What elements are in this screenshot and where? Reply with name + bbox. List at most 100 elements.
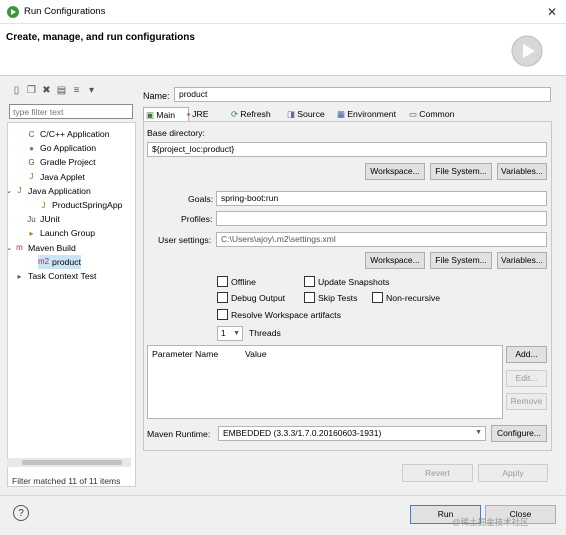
configuration-list-panel: ▯ ❐ ✖ ▤ ≡ ▾ C C/C++ Application ● Go Applic… (4, 80, 136, 492)
new-config-icon[interactable]: ▯ (10, 84, 23, 97)
threads-select[interactable]: 1 ▼ (217, 326, 243, 341)
tree-item-label: JUnit (40, 214, 60, 225)
refresh-tab-icon: ⟳ (231, 108, 239, 119)
tree-item[interactable]: G Gradle Project (26, 155, 95, 169)
scrollbar-thumb[interactable] (22, 460, 122, 465)
user-settings-field[interactable]: C:\Users\ajoy\.m2\settings.xml (216, 232, 547, 247)
goals-label: Goals: (188, 194, 214, 204)
tree-item[interactable]: ▸ Launch Group (26, 226, 95, 240)
name-label: Name: (143, 91, 170, 101)
tree-item[interactable]: ▸ Task Context Test (14, 269, 96, 283)
config-type-icon: Ju (27, 214, 36, 224)
checkbox-box[interactable] (304, 292, 315, 303)
config-type-icon: m2 (38, 257, 50, 267)
profiles-field[interactable] (216, 211, 547, 226)
goals-field[interactable]: spring-boot:run (216, 191, 547, 206)
chevron-down-icon[interactable]: ⌄ (8, 184, 14, 198)
tree-item-label: product (52, 256, 81, 267)
config-type-icon: J (29, 172, 34, 182)
skip-tests-checkbox[interactable]: Skip Tests (304, 292, 357, 303)
tree-item[interactable]: J Java Applet (26, 170, 85, 184)
tree-item[interactable]: J ProductSpringApp (38, 198, 123, 212)
tree-item[interactable]: ⌄m Maven Build (8, 241, 76, 255)
filter-input[interactable] (9, 104, 133, 119)
tree-item[interactable]: Ju JUnit (26, 212, 60, 226)
tree-item-label: Go Application (40, 143, 97, 154)
tree-item-label: C/C++ Application (40, 129, 110, 139)
tab-environment[interactable]: ▦ Environment (335, 107, 409, 121)
config-type-icon: J (41, 200, 46, 210)
tree-item-label: Maven Build (28, 242, 76, 253)
tab-jre[interactable]: ▪ JRE (185, 107, 231, 121)
config-tabs: ▣ Main ▪ JRE ⟳ Refresh ◨ Source ▦ Environment… (143, 107, 551, 122)
duplicate-icon[interactable]: ❐ (25, 84, 38, 97)
name-field[interactable]: product (174, 87, 551, 102)
run-configurations-icon (7, 6, 19, 18)
apply-button[interactable]: Apply (478, 464, 548, 482)
threads-label: Threads (249, 328, 281, 338)
tree-item-label: Task Context Test (28, 271, 97, 281)
dialog-header: Create, manage, and run configurations (0, 24, 566, 76)
non-recursive-checkbox[interactable]: Non-recursive (372, 292, 440, 303)
tree-item[interactable]: C C/C++ Application (26, 127, 110, 141)
main-tab-icon: ▣ (146, 109, 155, 120)
tab-common[interactable]: ▭ Common (407, 107, 471, 121)
maven-runtime-label: Maven Runtime: (147, 429, 211, 439)
debug-output-checkbox[interactable]: Debug Output (217, 292, 285, 303)
chevron-down-icon[interactable]: ▾ (85, 84, 98, 97)
tree-item[interactable]: ● Go Application (26, 141, 96, 155)
offline-checkbox[interactable]: Offline (217, 276, 256, 287)
config-type-icon: ▸ (29, 228, 34, 238)
tree-item[interactable]: ⌄J Java Application (8, 184, 91, 198)
configuration-tree: C C/C++ Application ● Go Application G Gradle… (7, 122, 136, 487)
tree-item-label: ProductSpringApp (52, 200, 123, 210)
tree-item-label: Java Application (28, 185, 91, 196)
title-bar: Run Configurations ✕ (0, 0, 566, 24)
base-directory-label: Base directory: (147, 128, 205, 138)
param-name-header: Parameter Name (152, 349, 219, 359)
base-dir-filesystem-button[interactable]: File System... (430, 163, 492, 180)
filter-icon[interactable]: ≡ (70, 84, 83, 97)
update-snapshots-checkbox[interactable]: Update Snapshots (304, 276, 389, 287)
resolve-workspace-checkbox[interactable]: Resolve Workspace artifacts (217, 309, 341, 320)
revert-button[interactable]: Revert (402, 464, 473, 482)
tab-refresh[interactable]: ⟳ Refresh (229, 107, 287, 121)
user-settings-filesystem-button[interactable]: File System... (430, 252, 492, 269)
param-value-header: Value (245, 349, 267, 359)
base-dir-variables-button[interactable]: Variables... (497, 163, 547, 180)
config-type-icon: ▸ (17, 271, 22, 281)
configure-runtime-button[interactable]: Configure... (491, 425, 547, 442)
user-settings-workspace-button[interactable]: Workspace... (365, 252, 425, 269)
base-dir-workspace-button[interactable]: Workspace... (365, 163, 425, 180)
remove-parameter-button[interactable]: Remove (506, 393, 547, 410)
close-window-icon[interactable]: ✕ (544, 4, 560, 20)
chevron-down-icon[interactable]: ⌄ (8, 241, 14, 255)
edit-parameter-button[interactable]: Edit... (506, 370, 547, 387)
parameter-table[interactable]: Parameter Name Value (147, 345, 503, 419)
checkbox-box[interactable] (217, 292, 228, 303)
checkbox-box[interactable] (217, 309, 228, 320)
chevron-down-icon: ▼ (475, 429, 482, 436)
maven-runtime-select[interactable]: EMBEDDED (3.3.3/1.7.0.20160603-1931) ▼ (218, 426, 486, 441)
delete-icon[interactable]: ✖ (40, 84, 53, 97)
add-parameter-button[interactable]: Add... (506, 346, 547, 363)
checkbox-box[interactable] (304, 276, 315, 287)
tab-main[interactable]: ▣ Main (143, 107, 189, 122)
tab-source[interactable]: ◨ Source (285, 107, 337, 121)
tree-item-label: Java Applet (40, 171, 85, 182)
run-banner-icon (511, 35, 543, 67)
checkbox-box[interactable] (372, 292, 383, 303)
collapse-all-icon[interactable]: ▤ (55, 84, 68, 97)
base-directory-field[interactable]: ${project_loc:product} (147, 142, 547, 157)
common-tab-icon: ▭ (409, 108, 418, 119)
header-title: Create, manage, and run configurations (6, 32, 195, 43)
checkbox-box[interactable] (217, 276, 228, 287)
config-type-icon: ● (29, 143, 34, 153)
user-settings-label: User settings: (158, 235, 212, 245)
config-type-icon: G (28, 157, 35, 167)
user-settings-variables-button[interactable]: Variables... (497, 252, 547, 269)
config-type-icon: C (28, 129, 35, 139)
help-icon[interactable]: ? (13, 505, 29, 521)
tree-item[interactable]: m2 product (38, 254, 81, 269)
chevron-down-icon: ▼ (233, 330, 240, 337)
